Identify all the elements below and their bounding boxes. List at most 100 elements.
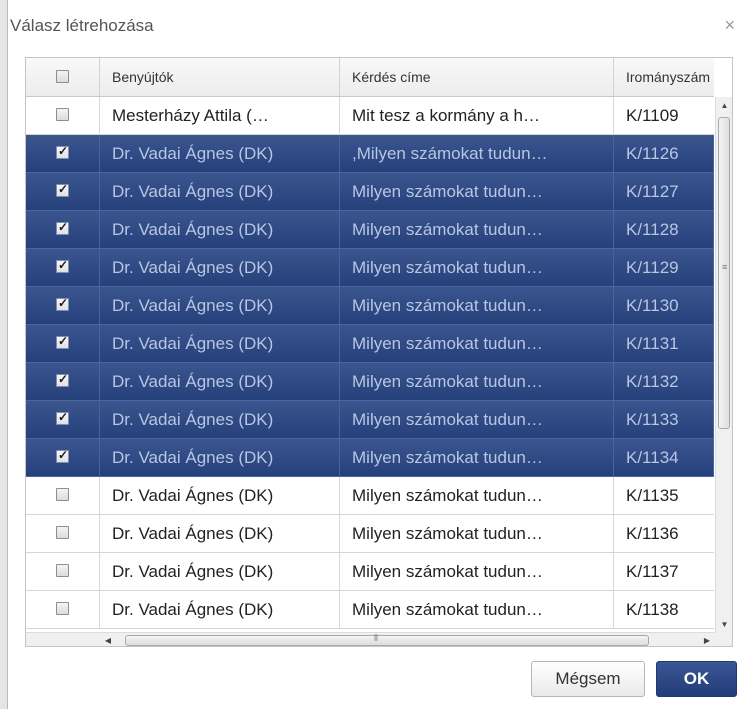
background-strip (0, 0, 7, 709)
row-checkbox[interactable]: ✓ (56, 448, 69, 463)
row-checkbox[interactable]: ✓ (56, 182, 69, 197)
column-header-question-title[interactable]: Kérdés címe (340, 58, 614, 96)
submitter-cell: Dr. Vadai Ágnes (DK) (100, 211, 340, 248)
table-row[interactable]: Dr. Vadai Ágnes (DK) Milyen számokat tudu… (26, 553, 714, 591)
row-checkbox-cell[interactable]: ✓ (26, 249, 100, 286)
question-title-cell: Milyen számokat tudun… (340, 173, 614, 210)
table-row[interactable]: Dr. Vadai Ágnes (DK) Milyen számokat tudu… (26, 477, 714, 515)
scroll-up-icon[interactable]: ▲ (716, 97, 732, 114)
grid-header: Benyújtók Kérdés címe Irományszám (26, 58, 714, 97)
questions-grid: Benyújtók Kérdés címe Irományszám Mester… (25, 57, 733, 647)
row-checkbox[interactable] (56, 108, 69, 121)
row-checkbox[interactable]: ✓ (56, 372, 69, 387)
submitter-cell: Mesterházy Attila (… (100, 97, 340, 134)
row-checkbox[interactable] (56, 564, 69, 577)
table-row[interactable]: Mesterházy Attila (… Mit tesz a kormány a… (26, 97, 714, 135)
document-number-cell: K/1134 (614, 439, 714, 476)
document-number-cell: K/1131 (614, 325, 714, 362)
row-checkbox-cell[interactable] (26, 553, 100, 590)
document-number-cell: K/1126 (614, 135, 714, 172)
document-number-cell: K/1132 (614, 363, 714, 400)
checkmark-icon: ✓ (58, 220, 69, 234)
row-checkbox[interactable] (56, 526, 69, 539)
vertical-scroll-thumb[interactable]: ≡ (718, 117, 730, 429)
scrollbar-corner (715, 632, 732, 646)
checkmark-icon: ✓ (58, 410, 69, 424)
submitter-cell: Dr. Vadai Ágnes (DK) (100, 325, 340, 362)
row-checkbox-cell[interactable]: ✓ (26, 363, 100, 400)
row-checkbox-cell[interactable]: ✓ (26, 135, 100, 172)
row-checkbox-cell[interactable]: ✓ (26, 211, 100, 248)
row-checkbox[interactable] (56, 602, 69, 615)
row-checkbox[interactable]: ✓ (56, 258, 69, 273)
row-checkbox[interactable]: ✓ (56, 334, 69, 349)
row-checkbox[interactable] (56, 488, 69, 501)
ok-button[interactable]: OK (656, 661, 737, 697)
checkmark-icon: ✓ (58, 182, 69, 196)
document-number-cell: K/1135 (626, 486, 679, 505)
table-row[interactable]: Dr. Vadai Ágnes (DK) Milyen számokat tudu… (26, 591, 714, 629)
row-checkbox-cell[interactable] (26, 477, 100, 514)
dialog-title: Válasz létrehozása (10, 16, 154, 35)
submitter-cell: Dr. Vadai Ágnes (DK) (100, 401, 340, 438)
document-number-cell: K/1109 (626, 106, 679, 125)
cancel-button[interactable]: Mégsem (531, 661, 645, 697)
horizontal-scrollbar[interactable]: ◀ ⦀ ▶ (100, 632, 715, 646)
table-row[interactable]: ✓ Dr. Vadai Ágnes (DK) ,Milyen számokat tu… (26, 135, 714, 173)
document-number-cell: K/1127 (614, 173, 714, 210)
table-row[interactable]: ✓ Dr. Vadai Ágnes (DK) Milyen számokat tud… (26, 211, 714, 249)
question-title-cell: Milyen számokat tudun… (340, 249, 614, 286)
grip-icon: ⦀ (374, 633, 378, 643)
vertical-scrollbar[interactable]: ▲ ≡ ▼ (715, 97, 732, 632)
document-number-cell: K/1136 (626, 524, 679, 543)
table-row[interactable]: ✓ Dr. Vadai Ágnes (DK) Milyen számokat tud… (26, 401, 714, 439)
header-select-all[interactable] (26, 58, 100, 96)
grip-icon: ≡ (722, 262, 728, 272)
table-row[interactable]: ✓ Dr. Vadai Ágnes (DK) Milyen számokat tud… (26, 287, 714, 325)
submitter-cell: Dr. Vadai Ágnes (DK) (100, 591, 340, 628)
row-checkbox[interactable]: ✓ (56, 410, 69, 425)
row-checkbox[interactable]: ✓ (56, 144, 69, 159)
question-title-cell: Milyen számokat tudun… (340, 515, 614, 552)
checkmark-icon: ✓ (58, 334, 69, 348)
column-header-document-number[interactable]: Irományszám (614, 58, 714, 96)
checkmark-icon: ✓ (58, 372, 69, 386)
submitter-cell: Dr. Vadai Ágnes (DK) (100, 439, 340, 476)
question-title-cell: Milyen számokat tudun… (340, 401, 614, 438)
checkmark-icon: ✓ (58, 448, 69, 462)
table-row[interactable]: ✓ Dr. Vadai Ágnes (DK) Milyen számokat tud… (26, 325, 714, 363)
row-checkbox-cell[interactable]: ✓ (26, 173, 100, 210)
horizontal-scroll-thumb[interactable]: ⦀ (125, 633, 649, 646)
row-checkbox[interactable]: ✓ (56, 220, 69, 235)
scroll-left-icon[interactable]: ◀ (100, 633, 116, 646)
column-header-submitters[interactable]: Benyújtók (100, 58, 340, 96)
table-row[interactable]: ✓ Dr. Vadai Ágnes (DK) Milyen számokat tud… (26, 173, 714, 211)
row-checkbox-cell[interactable]: ✓ (26, 439, 100, 476)
table-row[interactable]: Dr. Vadai Ágnes (DK) Milyen számokat tudu… (26, 515, 714, 553)
row-checkbox-cell[interactable]: ✓ (26, 287, 100, 324)
row-checkbox-cell[interactable]: ✓ (26, 401, 100, 438)
row-checkbox-cell[interactable] (26, 97, 100, 134)
select-all-checkbox[interactable] (56, 70, 69, 83)
question-title-cell: Mit tesz a kormány a h… (340, 97, 614, 134)
row-checkbox-cell[interactable] (26, 591, 100, 628)
question-title-cell: Milyen számokat tudun… (340, 363, 614, 400)
row-checkbox-cell[interactable] (26, 515, 100, 552)
submitter-cell: Dr. Vadai Ágnes (DK) (100, 287, 340, 324)
submitter-cell: Dr. Vadai Ágnes (DK) (100, 173, 340, 210)
scroll-down-icon[interactable]: ▼ (716, 616, 732, 633)
document-number-cell: K/1138 (626, 600, 679, 619)
question-title-cell: Milyen számokat tudun… (340, 553, 614, 590)
document-number-cell: K/1133 (614, 401, 714, 438)
close-icon[interactable]: × (724, 16, 735, 34)
scroll-right-icon[interactable]: ▶ (699, 633, 715, 646)
submitter-cell: Dr. Vadai Ágnes (DK) (100, 135, 340, 172)
row-checkbox-cell[interactable]: ✓ (26, 325, 100, 362)
grid-body: Mesterházy Attila (… Mit tesz a kormány a… (26, 97, 714, 632)
row-checkbox[interactable]: ✓ (56, 296, 69, 311)
table-row[interactable]: ✓ Dr. Vadai Ágnes (DK) Milyen számokat tud… (26, 439, 714, 477)
table-row[interactable]: ✓ Dr. Vadai Ágnes (DK) Milyen számokat tud… (26, 363, 714, 401)
question-title-cell: Milyen számokat tudun… (340, 287, 614, 324)
table-row[interactable]: ✓ Dr. Vadai Ágnes (DK) Milyen számokat tud… (26, 249, 714, 287)
reply-dialog: Válasz létrehozása × Benyújtók Kérdés cí… (7, 0, 743, 709)
